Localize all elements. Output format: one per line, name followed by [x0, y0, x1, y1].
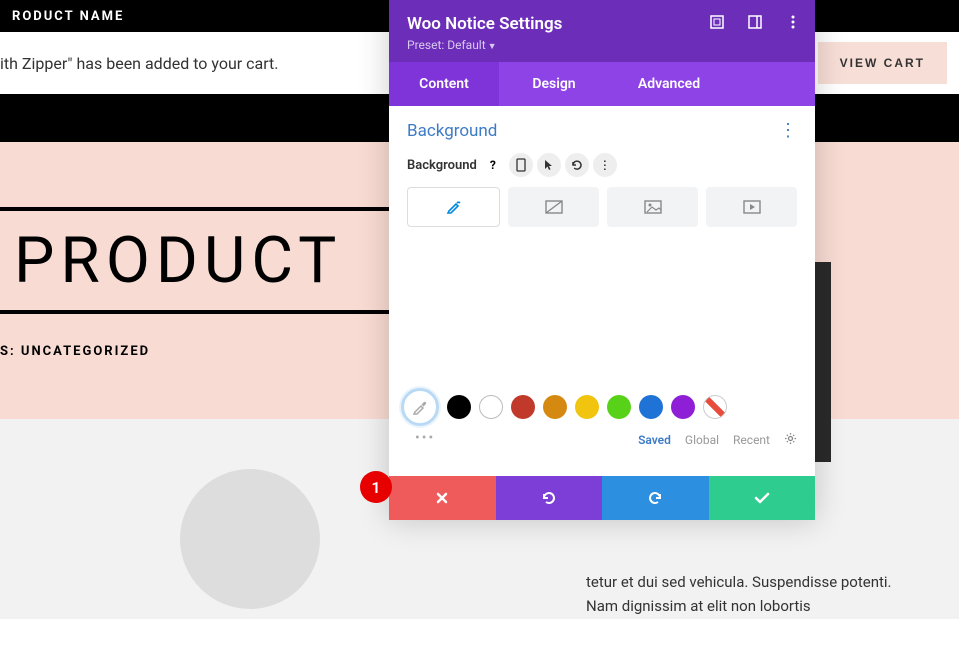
bg-type-row [407, 187, 797, 227]
swatch-purple[interactable] [671, 395, 695, 419]
gear-icon[interactable] [784, 432, 797, 448]
more-swatches-icon[interactable]: ••• [415, 430, 435, 446]
color-swatch-row [401, 388, 727, 426]
swatch-black[interactable] [447, 395, 471, 419]
palette-saved[interactable]: Saved [638, 433, 671, 447]
redo-button[interactable] [602, 476, 709, 520]
tab-design[interactable]: Design [499, 62, 609, 106]
panel-footer [389, 476, 815, 520]
save-button[interactable] [709, 476, 816, 520]
notice-message: ith Zipper" has been added to your cart. [0, 54, 279, 73]
swatch-red[interactable] [511, 395, 535, 419]
bg-type-gradient-button[interactable] [508, 187, 599, 227]
top-bar-title: RODUCT NAME [12, 9, 124, 24]
tab-advanced[interactable]: Advanced [609, 62, 729, 106]
panel-header: Woo Notice Settings Preset: Default▼ [389, 0, 815, 62]
kebab-menu-icon[interactable] [785, 14, 801, 30]
cancel-button[interactable] [389, 476, 496, 520]
settings-panel: Woo Notice Settings Preset: Default▼ Con… [389, 0, 815, 520]
panel-tabs: Content Design Advanced [389, 62, 815, 106]
expand-icon[interactable] [709, 14, 725, 30]
section-title[interactable]: Background [407, 121, 497, 141]
eyedropper-button[interactable] [401, 388, 439, 426]
body-text: tetur et dui sed vehicula. Suspendisse p… [586, 570, 906, 618]
caret-down-icon: ▼ [488, 42, 497, 52]
panel-preset[interactable]: Preset: Default▼ [407, 38, 797, 52]
product-image-placeholder [180, 469, 320, 609]
palette-recent[interactable]: Recent [733, 433, 770, 447]
section-menu-icon[interactable]: ⋮ [779, 120, 797, 141]
swatch-blue[interactable] [639, 395, 663, 419]
bg-type-video-button[interactable] [706, 187, 797, 227]
callout-marker-1: 1 [360, 471, 392, 503]
responsive-phone-icon[interactable] [509, 153, 533, 177]
bg-type-color-button[interactable] [407, 187, 500, 227]
swatch-yellow[interactable] [575, 395, 599, 419]
hover-cursor-icon[interactable] [537, 153, 561, 177]
swatch-transparent[interactable] [703, 395, 727, 419]
swatch-white[interactable] [479, 395, 503, 419]
swatch-orange[interactable] [543, 395, 567, 419]
palette-global[interactable]: Global [685, 433, 719, 447]
swatch-green[interactable] [607, 395, 631, 419]
dock-icon[interactable] [747, 14, 763, 30]
product-title: PRODUCT [0, 211, 440, 314]
palette-links: Saved Global Recent [638, 432, 797, 448]
preview-dark-strip [815, 262, 831, 462]
help-icon[interactable]: ? [481, 153, 505, 177]
panel-body: Background ⋮ Background ? ⋮ [389, 106, 815, 476]
bg-type-image-button[interactable] [607, 187, 698, 227]
option-menu-icon[interactable]: ⋮ [593, 153, 617, 177]
reset-icon[interactable] [565, 153, 589, 177]
undo-button[interactable] [496, 476, 603, 520]
view-cart-button[interactable]: VIEW CART [818, 42, 947, 84]
tab-content[interactable]: Content [389, 62, 499, 106]
option-label: Background [407, 158, 477, 173]
